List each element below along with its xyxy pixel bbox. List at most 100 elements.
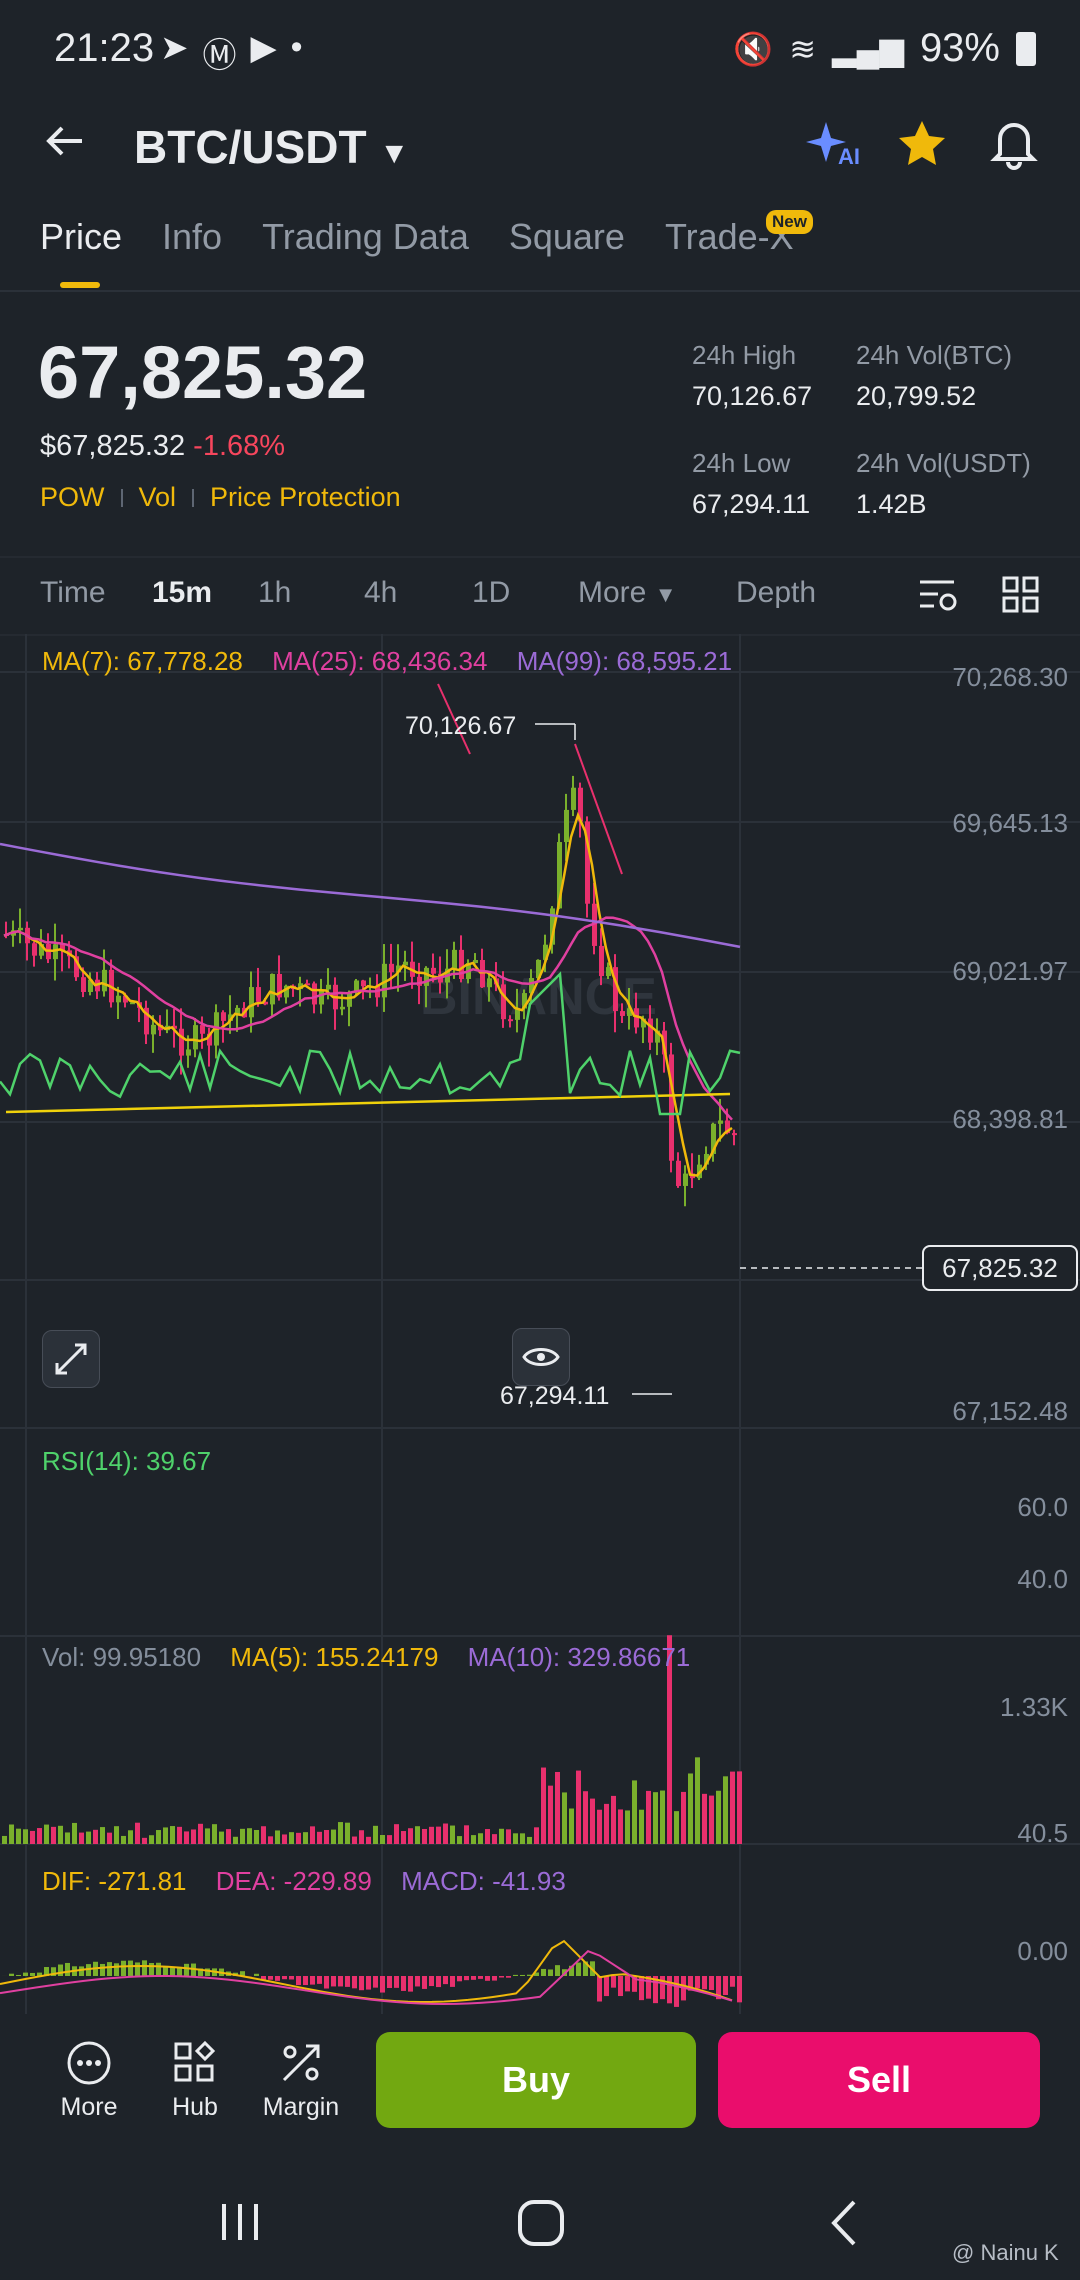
- candle-body: [683, 1173, 688, 1186]
- candle-body: [564, 809, 569, 843]
- volume-bar: [723, 1776, 728, 1844]
- volume-bar: [331, 1829, 336, 1844]
- back-button[interactable]: [40, 116, 90, 166]
- volume-bar: [436, 1826, 441, 1844]
- volume-bar: [149, 1835, 154, 1844]
- recent-apps-icon[interactable]: [216, 2200, 264, 2244]
- volume-bar: [352, 1836, 357, 1844]
- volume-bar: [674, 1811, 679, 1844]
- macd-bar: [457, 1976, 462, 1982]
- volume-bar: [709, 1795, 714, 1844]
- alert-button[interactable]: [988, 116, 1040, 175]
- macd-bar: [485, 1976, 490, 1981]
- stats-grid: 24h High 70,126.67 24h Vol(BTC) 20,799.52 …: [692, 340, 1076, 520]
- volume-bar: [681, 1791, 686, 1844]
- macd-bar: [282, 1976, 287, 1980]
- tag-separator: [192, 488, 195, 507]
- more-button[interactable]: More: [44, 2040, 134, 2122]
- vol-usdt-value: 1.42B: [856, 489, 927, 519]
- volume-bar: [373, 1825, 378, 1844]
- candle-body: [18, 927, 23, 931]
- macd-bar: [338, 1976, 343, 1987]
- fullscreen-button[interactable]: [42, 1330, 100, 1388]
- tf-1h[interactable]: 1h: [258, 576, 291, 610]
- candle-body: [256, 987, 261, 1002]
- vol-usdt-label: 24h Vol(USDT): [856, 448, 1031, 478]
- low-label: 24h Low: [692, 448, 791, 478]
- tab-underline: [60, 282, 100, 288]
- asset-tags: POW Vol Price Protection: [40, 482, 401, 513]
- ai-label: AI: [838, 144, 860, 169]
- volume-bar: [380, 1835, 385, 1844]
- tab-square[interactable]: Square: [509, 216, 625, 258]
- pair-selector[interactable]: BTC/USDT ▼: [134, 120, 409, 174]
- more-label: More: [60, 2093, 118, 2121]
- macd-bar: [436, 1976, 441, 1988]
- hub-button[interactable]: Hub: [150, 2040, 240, 2122]
- more-dots-icon: [67, 2041, 111, 2085]
- volume-bar: [625, 1810, 630, 1844]
- mute-icon: 🔇: [733, 30, 774, 67]
- favorite-button[interactable]: [896, 118, 948, 175]
- telegram-icon: ➤: [160, 29, 189, 67]
- volume-bar: [513, 1833, 518, 1844]
- volume-bar: [737, 1771, 742, 1844]
- margin-button[interactable]: Margin: [256, 2040, 346, 2122]
- low-marker: 67,294.11: [500, 1382, 672, 1410]
- candle-body: [270, 973, 275, 1005]
- candle-body: [480, 959, 485, 988]
- buy-button[interactable]: Buy: [376, 2032, 696, 2128]
- ma-lines-group: [0, 683, 741, 1177]
- macd-bar: [394, 1976, 399, 1988]
- tf-depth[interactable]: Depth: [736, 576, 816, 610]
- macd-bar: [618, 1976, 623, 1997]
- macd-bar: [737, 1976, 742, 2003]
- tf-more[interactable]: More ▼: [578, 576, 676, 610]
- ma25-label: MA(25): 68,436.34: [272, 646, 488, 676]
- volume-bar: [548, 1785, 553, 1844]
- tf-15m[interactable]: 15m: [152, 576, 212, 610]
- vol-btc-label: 24h Vol(BTC): [856, 340, 1013, 370]
- volume-bar: [142, 1837, 147, 1844]
- macd-bar: [296, 1976, 301, 1986]
- macd-bar: [149, 1962, 154, 1976]
- macd-legend: DIF: -271.81 DEA: -229.89 MACD: -41.93: [42, 1866, 566, 1897]
- tag-pow[interactable]: POW: [40, 482, 105, 513]
- volume-bar: [401, 1831, 406, 1844]
- tag-vol[interactable]: Vol: [139, 482, 177, 513]
- macd-bar: [576, 1962, 581, 1976]
- hub-label: Hub: [172, 2093, 218, 2121]
- tab-trading-data[interactable]: Trading Data: [262, 216, 469, 258]
- back-nav-icon[interactable]: [826, 2198, 860, 2248]
- tag-price-protection[interactable]: Price Protection: [210, 482, 401, 513]
- tf-1d[interactable]: 1D: [472, 576, 510, 610]
- candlestick-chart[interactable]: BINANCE 70,126.67 67,294.11: [0, 634, 1080, 2014]
- sell-button[interactable]: Sell: [718, 2032, 1040, 2128]
- volume-bar: [261, 1826, 266, 1844]
- chart-gridlines: [0, 634, 1080, 2014]
- price-change: -1.68%: [193, 430, 286, 462]
- volume-bar: [590, 1798, 595, 1844]
- status-bar: 21:23 ➤ Ⓜ ▶ • 🔇 ≋ ▂▄▆ 93%: [0, 0, 1080, 100]
- home-icon[interactable]: [516, 2198, 566, 2248]
- volume-bar: [268, 1836, 273, 1844]
- macd-bar: [492, 1976, 497, 1981]
- grid-layout-icon[interactable]: [1002, 576, 1040, 614]
- high-marker: 70,126.67: [405, 712, 576, 740]
- candle-body: [200, 1025, 205, 1034]
- visibility-toggle[interactable]: [512, 1328, 570, 1386]
- volume-bar: [492, 1834, 497, 1844]
- tf-4h[interactable]: 4h: [364, 576, 397, 610]
- volume-bar: [639, 1809, 644, 1844]
- tf-time[interactable]: Time: [40, 576, 106, 610]
- macd-bar: [184, 1963, 189, 1976]
- indicator-settings-icon[interactable]: [918, 576, 960, 616]
- tag-separator: [120, 488, 123, 507]
- tab-price[interactable]: Price: [40, 216, 122, 258]
- vol-legend: Vol: 99.95180 MA(5): 155.24179 MA(10): 3…: [42, 1642, 690, 1673]
- ai-button[interactable]: AI: [804, 118, 864, 174]
- macd-bar: [723, 1976, 728, 1996]
- tab-info[interactable]: Info: [162, 216, 222, 258]
- high-value: 70,126.67: [692, 381, 813, 411]
- rsi-legend: RSI(14): 39.67: [42, 1446, 212, 1476]
